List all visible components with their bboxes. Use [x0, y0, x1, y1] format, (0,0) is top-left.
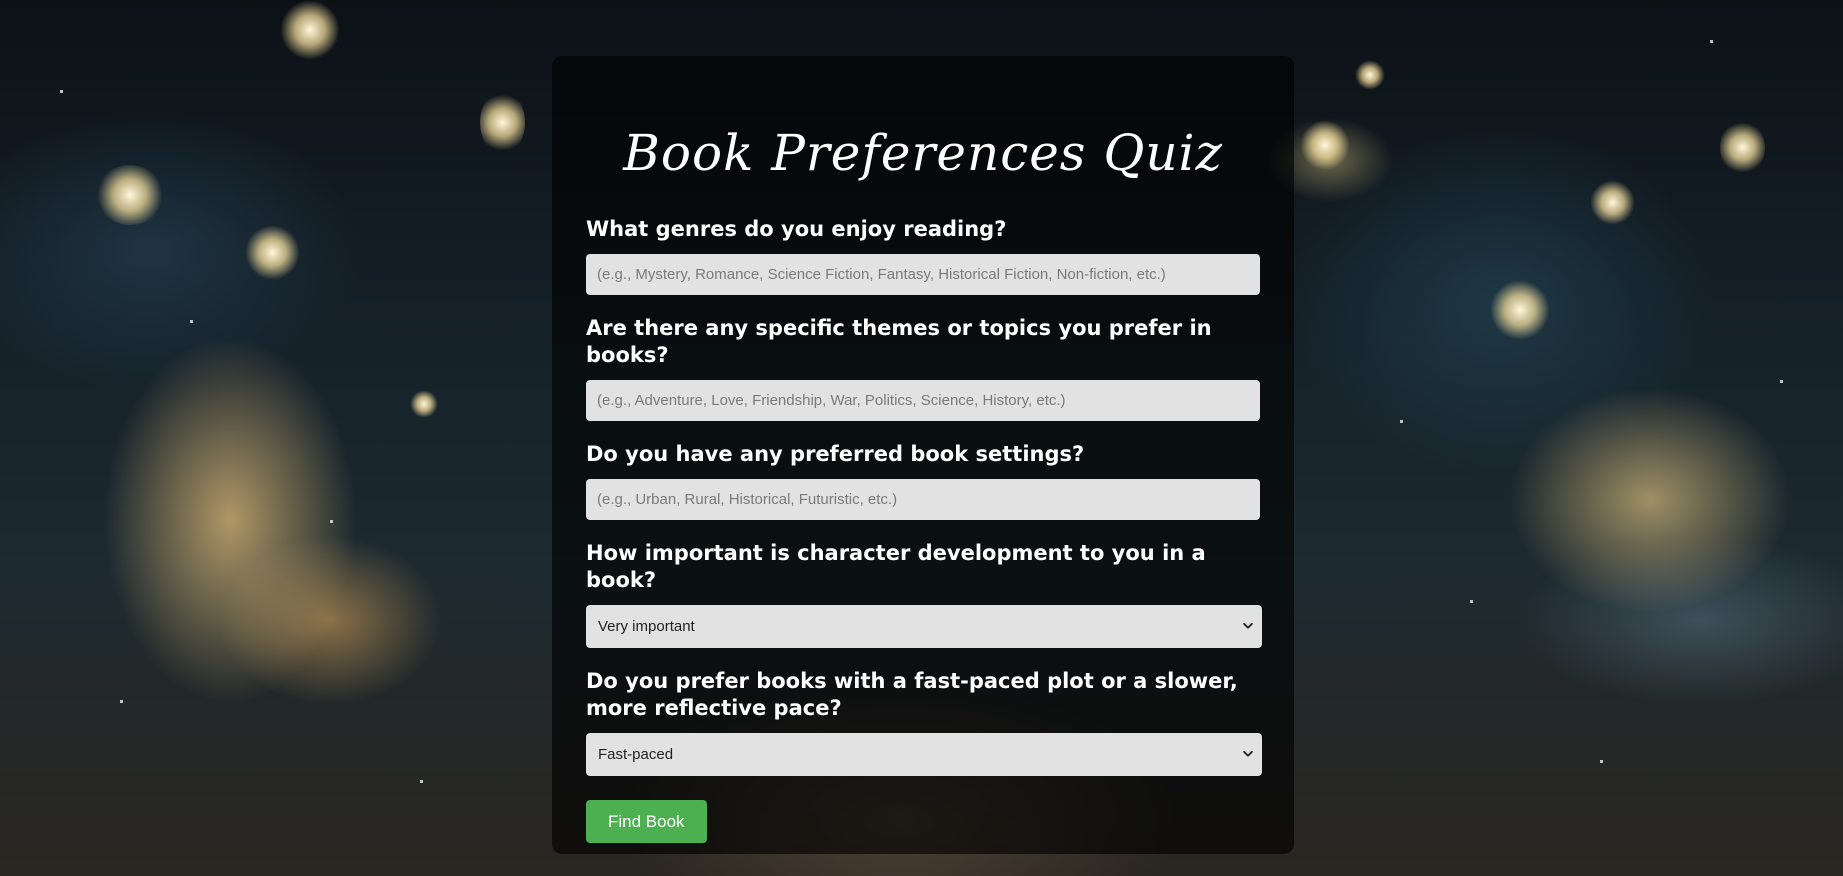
- question-pace: Do you prefer books with a fast-paced pl…: [586, 668, 1262, 776]
- select-value: Fast-paced: [598, 746, 674, 763]
- star-glow: [245, 225, 300, 280]
- themes-input[interactable]: [586, 380, 1260, 421]
- star-speck: [1470, 600, 1473, 603]
- star-glow: [1490, 280, 1550, 340]
- question-label: Do you have any preferred book settings?: [586, 442, 1085, 466]
- star-glow: [1720, 120, 1765, 175]
- star-speck: [1780, 380, 1783, 383]
- star-glow: [1355, 60, 1385, 90]
- pace-select[interactable]: Fast-paced: [586, 733, 1262, 776]
- star-speck: [1600, 760, 1603, 763]
- page-title: Book Preferences Quiz: [623, 124, 1223, 182]
- question-label: How important is character development t…: [586, 541, 1206, 592]
- select-value: Very important: [598, 618, 695, 635]
- chevron-down-icon: [1243, 622, 1253, 629]
- find-book-button[interactable]: Find Book: [586, 800, 707, 843]
- star-glow: [280, 0, 340, 60]
- star-speck: [60, 90, 63, 93]
- character-development-select[interactable]: Very important: [586, 605, 1262, 648]
- star-speck: [420, 780, 423, 783]
- question-label: What genres do you enjoy reading?: [586, 217, 1007, 241]
- star-speck: [120, 700, 123, 703]
- star-glow: [480, 90, 525, 155]
- genres-input[interactable]: [586, 254, 1260, 295]
- star-glow: [1590, 180, 1635, 225]
- star-glow: [95, 165, 165, 225]
- star-speck: [1710, 40, 1713, 43]
- chevron-down-icon: [1243, 750, 1253, 757]
- star-glow: [1300, 120, 1350, 170]
- star-speck: [330, 520, 333, 523]
- star-speck: [190, 320, 193, 323]
- question-genres: What genres do you enjoy reading?: [586, 216, 1260, 295]
- star-glow: [410, 390, 438, 418]
- star-speck: [1400, 420, 1403, 423]
- question-label: Do you prefer books with a fast-paced pl…: [586, 669, 1238, 720]
- settings-input[interactable]: [586, 479, 1260, 520]
- question-label: Are there any specific themes or topics …: [586, 316, 1212, 367]
- question-themes: Are there any specific themes or topics …: [586, 315, 1260, 421]
- question-settings: Do you have any preferred book settings?: [586, 441, 1260, 520]
- quiz-panel: Book Preferences Quiz What genres do you…: [552, 56, 1294, 854]
- question-character-development: How important is character development t…: [586, 540, 1262, 648]
